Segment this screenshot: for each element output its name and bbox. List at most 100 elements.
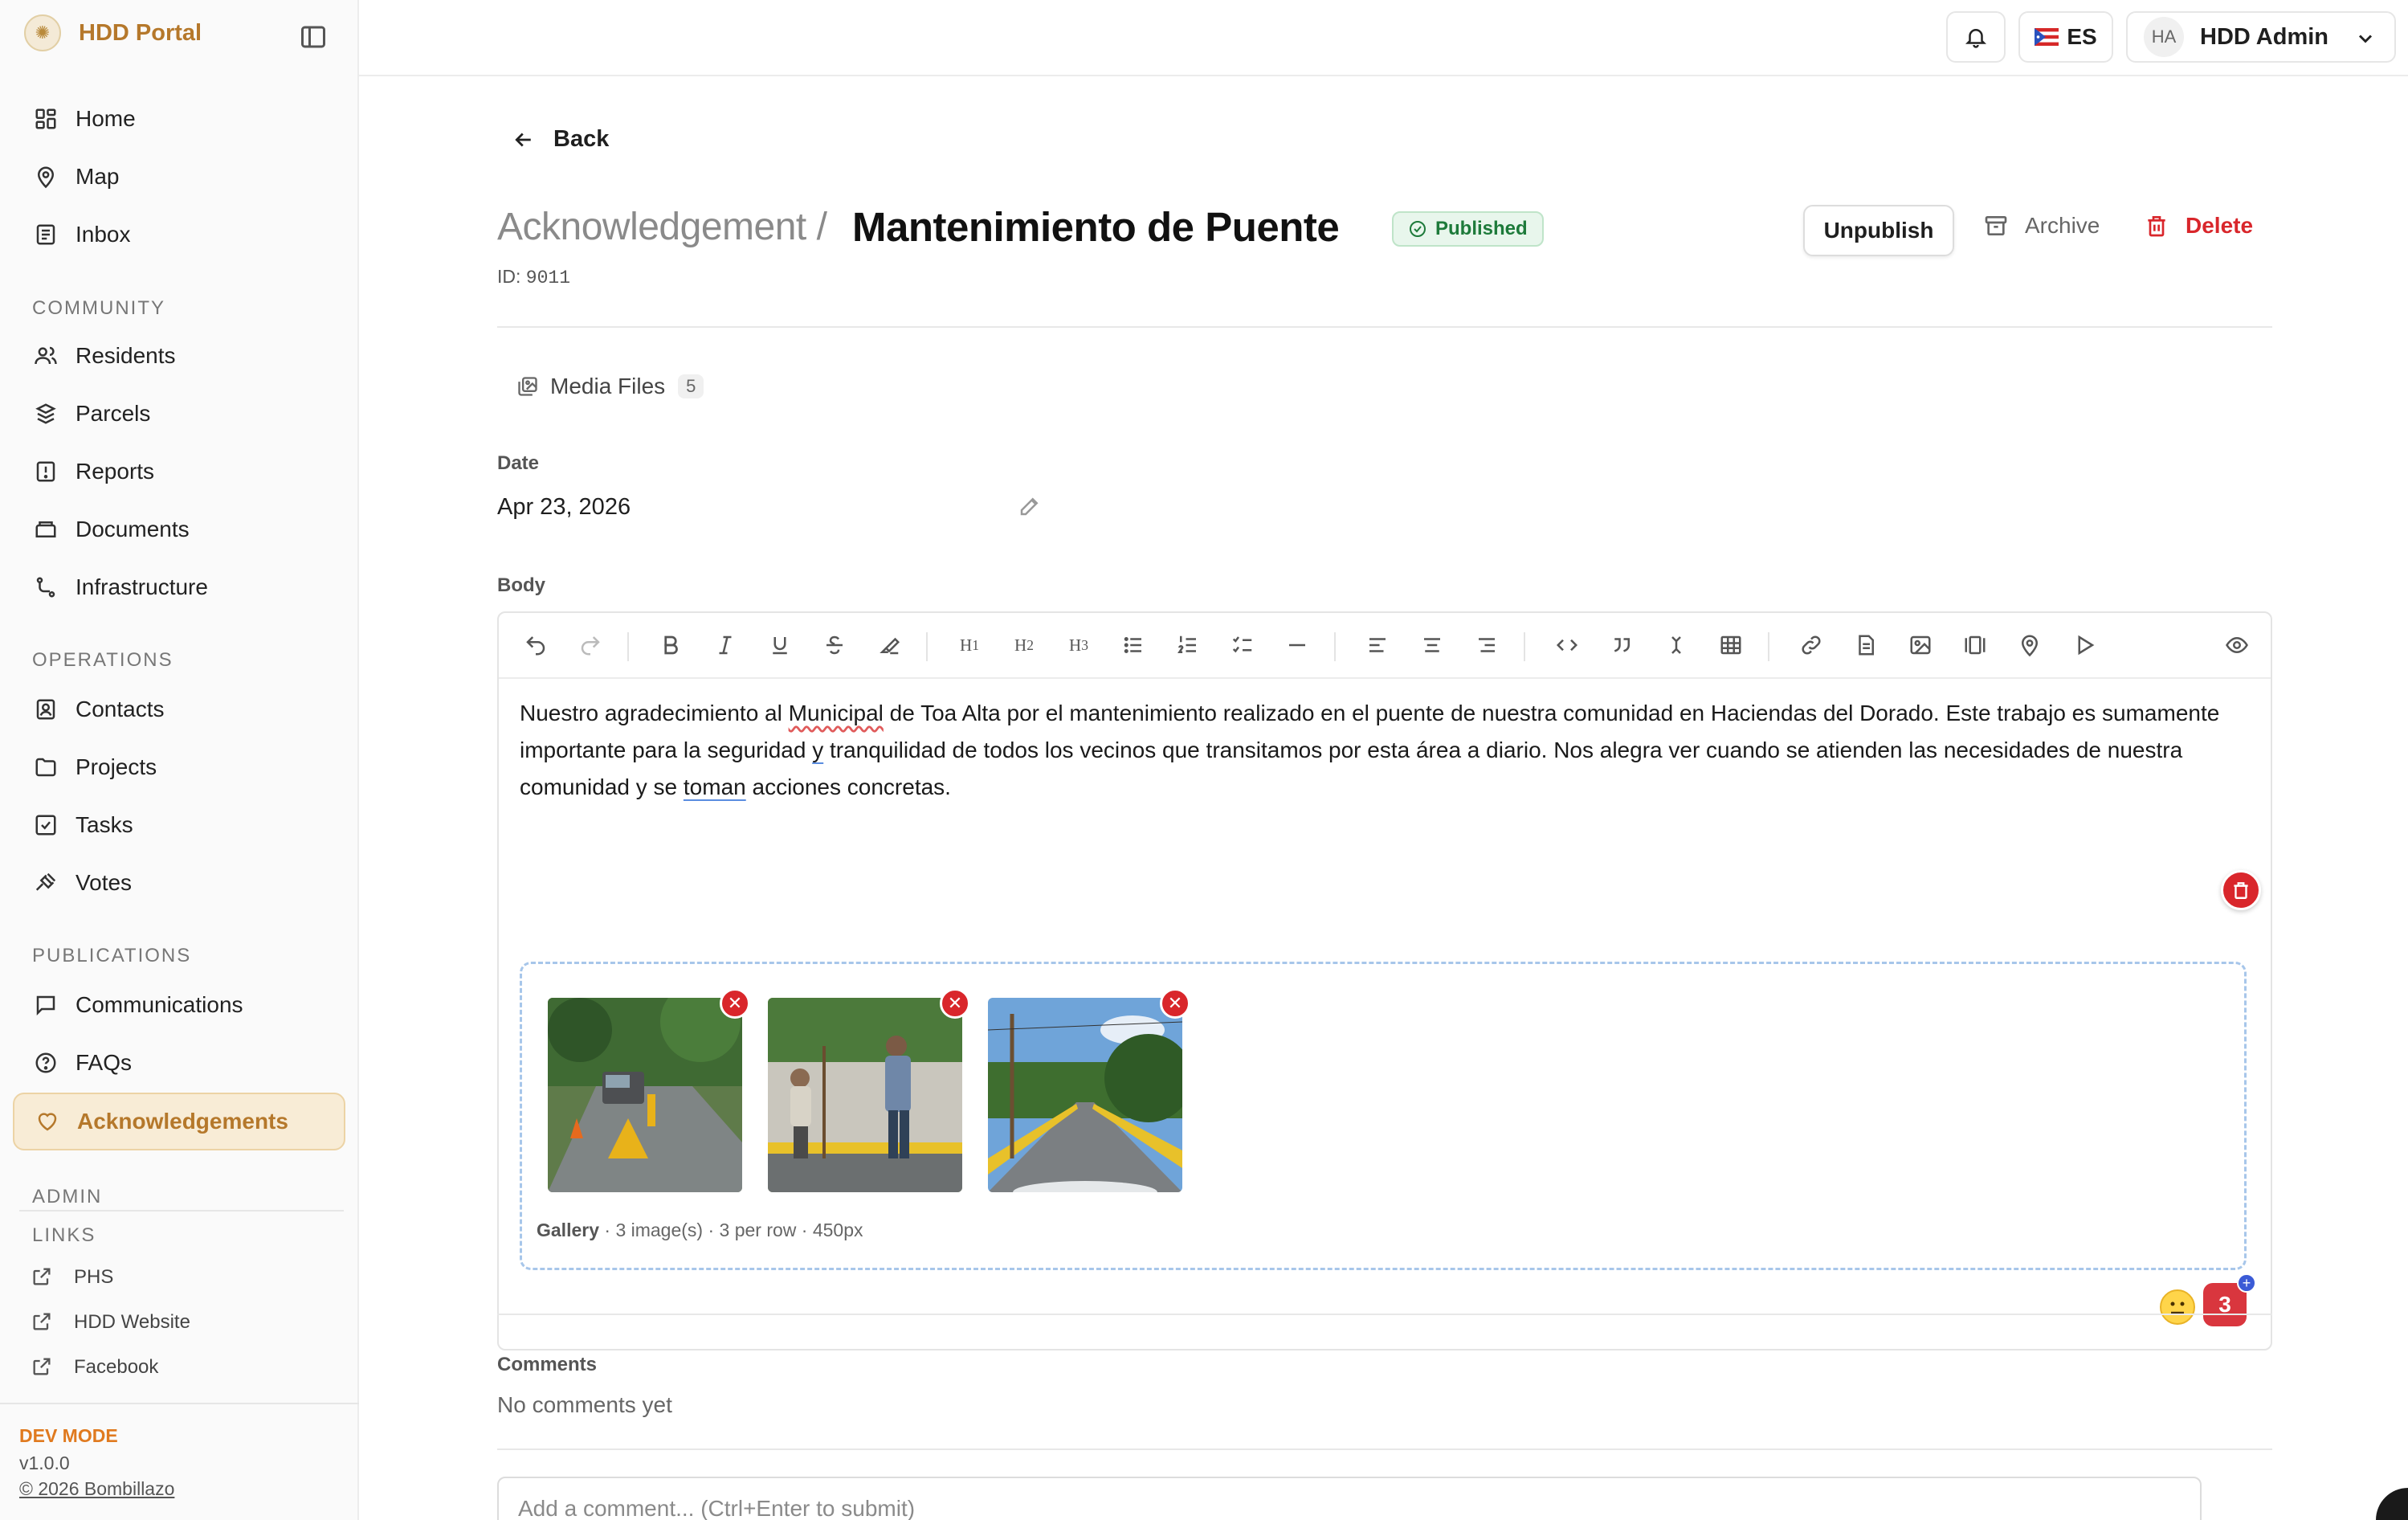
sidebar-item-parcels[interactable]: Parcels (13, 385, 345, 443)
task-list-icon[interactable] (1228, 631, 1257, 660)
grammar-word[interactable]: toman (684, 774, 746, 799)
bullet-list-icon[interactable] (1119, 631, 1148, 660)
image-gallery-block[interactable]: ✕ ✕ ✕ Gallery · 3 image(s) · 3 per row ·… (520, 962, 2247, 1270)
bell-icon (1965, 29, 1987, 48)
sidebar-item-label: Home (76, 106, 136, 131)
map-pin-icon (32, 163, 59, 190)
align-center-icon[interactable] (1418, 631, 1447, 660)
contacts-icon (32, 696, 59, 723)
heading-2-icon[interactable]: H2 (1010, 631, 1039, 660)
bold-icon[interactable] (656, 631, 685, 660)
remove-image-button[interactable]: ✕ (720, 988, 750, 1019)
link-phs[interactable]: PHS (31, 1261, 113, 1293)
id-label: ID: (497, 266, 521, 287)
italic-icon[interactable] (711, 631, 740, 660)
table-icon[interactable] (1716, 631, 1745, 660)
highlighter-icon[interactable] (875, 631, 904, 660)
breadcrumb-parent[interactable]: Acknowledgement / (497, 205, 827, 249)
sidebar-item-inbox[interactable]: Inbox (13, 206, 345, 264)
strikethrough-icon[interactable] (820, 631, 849, 660)
archive-icon (1985, 216, 2007, 235)
user-menu-button[interactable]: HA HDD Admin (2126, 11, 2396, 63)
copyright-link[interactable]: © 2026 Bombillazo (19, 1478, 174, 1500)
checkbox-icon (32, 811, 59, 839)
record-id: ID: 9011 (497, 266, 570, 288)
avatar: HA (2144, 17, 2184, 57)
sidebar-item-residents[interactable]: Residents (13, 327, 345, 385)
app-name: HDD Portal (79, 19, 202, 46)
language-button[interactable]: ES (2018, 11, 2113, 63)
align-right-icon[interactable] (1472, 631, 1501, 660)
comment-input[interactable] (497, 1477, 2202, 1520)
sidebar-item-label: Infrastructure (76, 574, 208, 599)
date-label: Date (497, 452, 540, 474)
underline-icon[interactable] (765, 631, 794, 660)
link-facebook[interactable]: Facebook (31, 1351, 158, 1383)
user-name: HDD Admin (2200, 23, 2329, 50)
gallery-image[interactable] (768, 998, 962, 1192)
redo-icon[interactable] (576, 631, 605, 660)
brand[interactable]: ✺ HDD Portal (24, 14, 202, 51)
sidebar-item-tasks[interactable]: Tasks (13, 796, 345, 854)
delete-button[interactable]: Delete (2144, 213, 2253, 239)
sidebar-item-votes[interactable]: Votes (13, 854, 345, 912)
delete-gallery-button[interactable] (2221, 870, 2261, 910)
ordered-list-icon[interactable] (1173, 631, 1202, 660)
tab-media-files[interactable]: Media Files 5 (516, 374, 704, 399)
quote-icon[interactable] (1607, 631, 1636, 660)
divider (497, 1314, 2272, 1315)
editor-content[interactable]: Nuestro agradecimiento al Municipal de T… (520, 695, 2247, 806)
pencil-icon[interactable] (1018, 494, 1042, 518)
message-icon (32, 991, 59, 1019)
folder-icon (32, 754, 59, 781)
location-pin-icon[interactable] (2015, 631, 2044, 660)
document-icon[interactable] (1851, 631, 1880, 660)
sidebar-item-reports[interactable]: Reports (13, 443, 345, 501)
collapse-icon[interactable] (1662, 631, 1691, 660)
emoji-face-icon[interactable] (2160, 1289, 2195, 1325)
undo-icon[interactable] (521, 631, 550, 660)
sidebar-divider (19, 1210, 344, 1212)
grammar-word[interactable]: y (812, 738, 823, 762)
back-label: Back (553, 126, 610, 152)
link-hdd-website[interactable]: HDD Website (31, 1306, 190, 1338)
sidebar-item-documents[interactable]: Documents (13, 501, 345, 558)
heading-1-icon[interactable]: H1 (955, 631, 984, 660)
horizontal-rule-icon[interactable] (1283, 631, 1312, 660)
unpublish-button[interactable]: Unpublish (1803, 205, 1954, 256)
flag-icon (2035, 28, 2059, 46)
eye-icon[interactable] (2222, 631, 2251, 660)
help-icon (32, 1049, 59, 1077)
image-icon[interactable] (1906, 631, 1935, 660)
toolbar-separator (1334, 632, 1336, 661)
report-icon (32, 458, 59, 485)
gallery-image[interactable] (988, 998, 1182, 1192)
back-button[interactable]: Back (512, 126, 609, 153)
sidebar-item-label: Contacts (76, 697, 165, 721)
sidebar-toggle-icon[interactable] (299, 22, 328, 51)
chevron-down-icon (2358, 35, 2373, 43)
notifications-button[interactable] (1946, 11, 2006, 63)
remove-image-button[interactable]: ✕ (940, 988, 970, 1019)
archive-button[interactable]: Archive (1983, 213, 2100, 239)
gallery-image[interactable] (548, 998, 742, 1192)
link-icon[interactable] (1797, 631, 1826, 660)
sidebar-item-acknowledgements[interactable]: Acknowledgements (13, 1093, 345, 1150)
remove-image-button[interactable]: ✕ (1160, 988, 1190, 1019)
sidebar-item-contacts[interactable]: Contacts (13, 680, 345, 738)
sidebar-item-home[interactable]: Home (13, 90, 345, 148)
play-icon[interactable] (2070, 631, 2099, 660)
spellcheck-word[interactable]: Municipal (789, 701, 884, 725)
sidebar-item-map[interactable]: Map (13, 148, 345, 206)
sidebar-item-label: FAQs (76, 1050, 133, 1075)
align-left-icon[interactable] (1363, 631, 1392, 660)
toolbar-separator (1524, 632, 1525, 661)
sidebar-item-faqs[interactable]: FAQs (13, 1034, 345, 1092)
sidebar-item-projects[interactable]: Projects (13, 738, 345, 796)
sidebar-item-infrastructure[interactable]: Infrastructure (13, 558, 345, 616)
code-icon[interactable] (1553, 631, 1582, 660)
heading-3-icon[interactable]: H3 (1064, 631, 1093, 660)
sidebar-item-communications[interactable]: Communications (13, 976, 345, 1034)
gallery-icon[interactable] (1961, 631, 1990, 660)
body-text: Nuestro agradecimiento al (520, 701, 789, 725)
